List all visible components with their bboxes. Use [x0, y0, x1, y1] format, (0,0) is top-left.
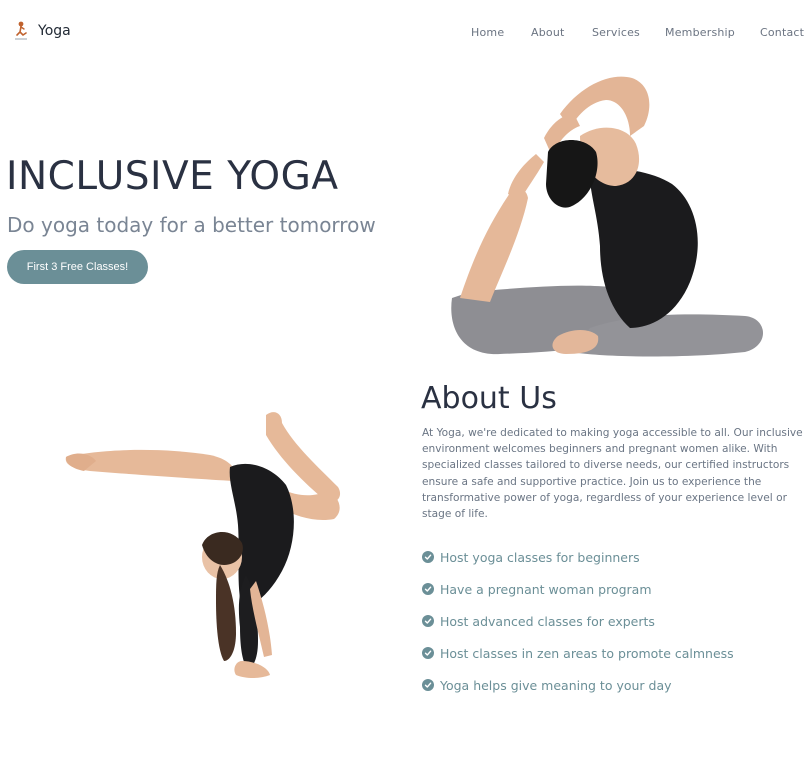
feature-label: Yoga helps give meaning to your day [440, 677, 672, 693]
feature-item: Host classes in zen areas to promote cal… [422, 637, 734, 669]
hero-subtitle: Do yoga today for a better tomorrow [7, 213, 376, 237]
feature-item: Have a pregnant woman program [422, 573, 734, 605]
nav-link-services[interactable]: Services [592, 26, 640, 39]
check-circle-icon [422, 615, 434, 627]
feature-label: Host classes in zen areas to promote cal… [440, 645, 734, 661]
nav-link-home[interactable]: Home [471, 26, 504, 39]
hero-title: INCLUSIVE YOGA [6, 154, 339, 199]
feature-item: Yoga helps give meaning to your day [422, 669, 734, 701]
about-yoga-pose-image [65, 412, 341, 678]
feature-label: Have a pregnant woman program [440, 581, 652, 597]
about-title: About Us [421, 381, 557, 416]
check-circle-icon [422, 679, 434, 691]
feature-item: Host yoga classes for beginners [422, 541, 734, 573]
free-classes-button[interactable]: First 3 Free Classes! [7, 250, 148, 284]
feature-item: Host advanced classes for experts [422, 605, 734, 637]
nav-link-about[interactable]: About [531, 26, 565, 39]
nav-link-contact[interactable]: Contact [760, 26, 804, 39]
check-circle-icon [422, 551, 434, 563]
main-nav: Home About Services Membership Contact [0, 26, 807, 42]
feature-list: Host yoga classes for beginners Have a p… [422, 541, 734, 701]
check-circle-icon [422, 647, 434, 659]
nav-link-membership[interactable]: Membership [665, 26, 735, 39]
about-description: At Yoga, we're dedicated to making yoga … [422, 427, 803, 521]
hero-yoga-pose-image [451, 76, 764, 357]
check-circle-icon [422, 583, 434, 595]
feature-label: Host advanced classes for experts [440, 613, 655, 629]
page: Yoga Home About Services Membership Cont… [0, 0, 807, 768]
feature-label: Host yoga classes for beginners [440, 549, 640, 565]
